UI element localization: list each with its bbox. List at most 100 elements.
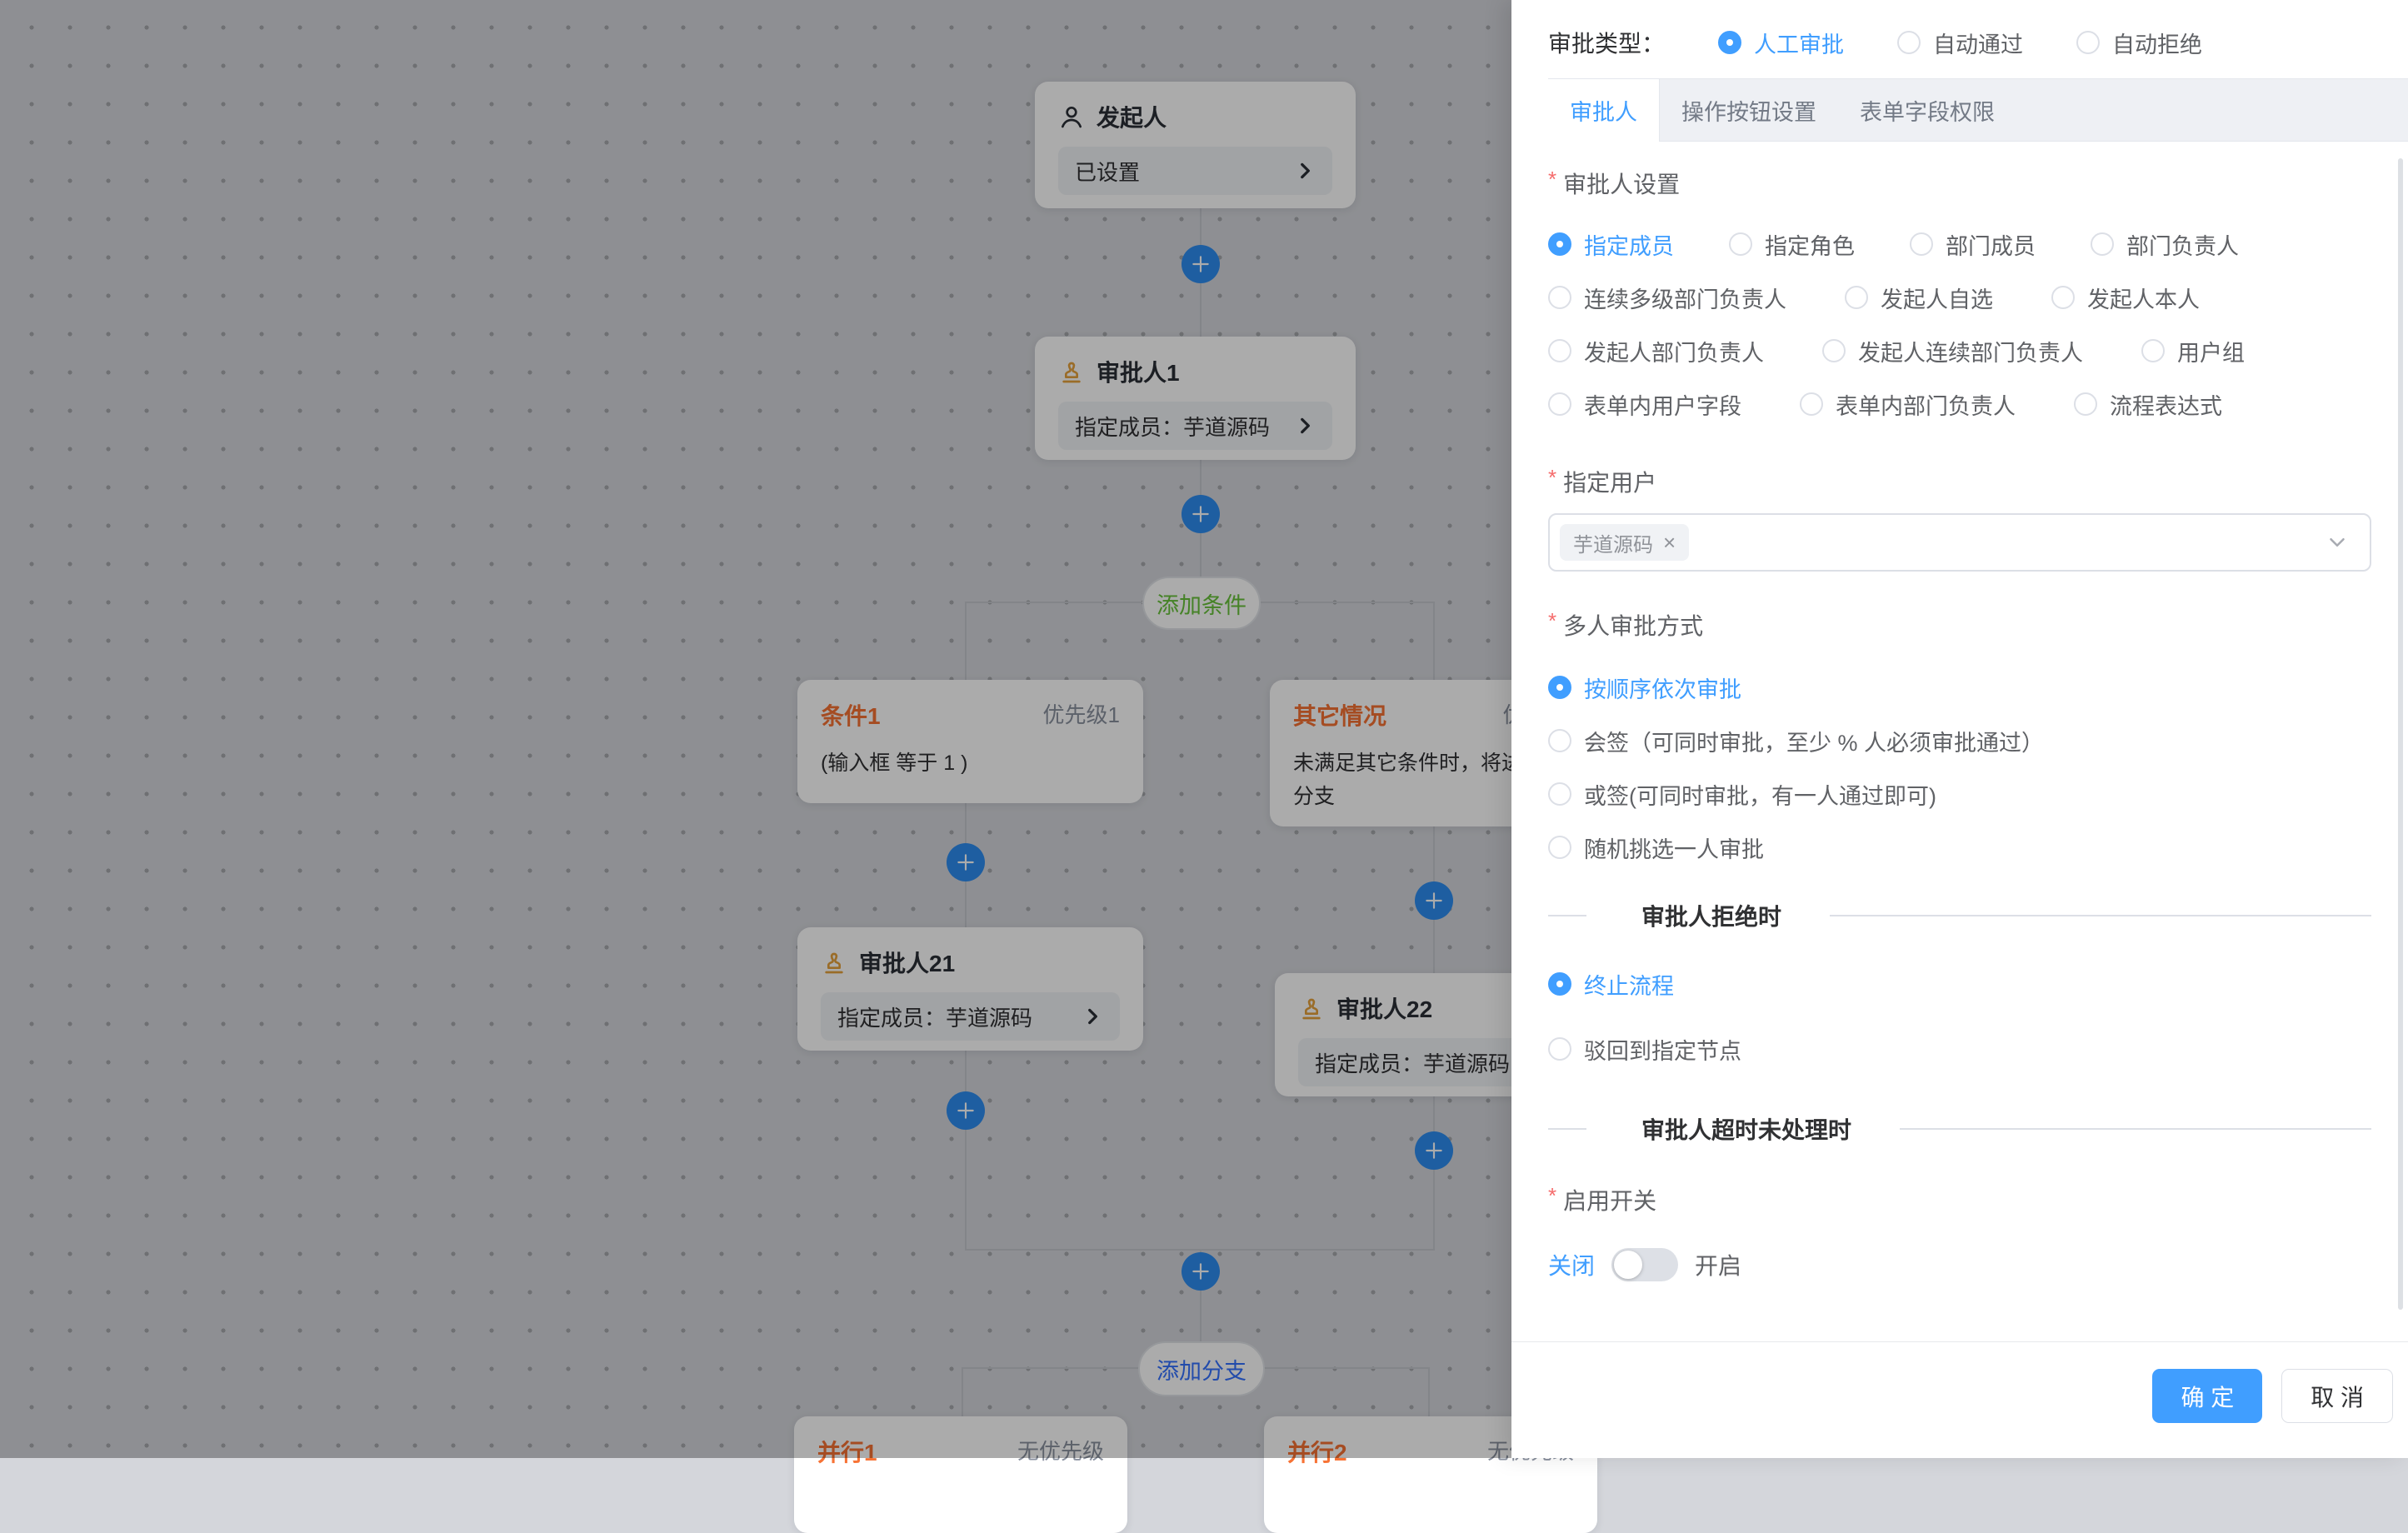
- timeout-section-title: 审批人超时未处理时: [1641, 1112, 1851, 1146]
- radio-dot: [1548, 339, 1571, 362]
- cancel-button[interactable]: 取 消: [2281, 1369, 2393, 1423]
- reject-section-title: 审批人拒绝时: [1641, 899, 1781, 932]
- radio-label: 终止流程: [1584, 968, 1674, 1001]
- radio-dot: [1548, 782, 1571, 806]
- radio-form-user-field[interactable]: 表单内用户字段: [1548, 388, 1741, 421]
- radio-label: 按顺序依次审批: [1584, 672, 1741, 704]
- approver-setting-label: 审批人设置: [1548, 167, 2371, 200]
- radio-label: 自动通过: [1933, 27, 2023, 59]
- scrollbar-thumb[interactable]: [2398, 158, 2403, 1310]
- radio-dot: [2051, 286, 2075, 309]
- multi-approve-options: 按顺序依次审批 会签（可同时审批，至少 % 人必须审批通过） 或签(可同时审批，…: [1548, 673, 2371, 861]
- radio-form-dept-leader[interactable]: 表单内部门负责人: [1800, 388, 2016, 421]
- multi-approve-label: 多人审批方式: [1548, 608, 2371, 642]
- radio-label: 发起人部门负责人: [1584, 335, 1764, 367]
- radio-terminate-process[interactable]: 终止流程: [1548, 968, 1674, 1001]
- approver-setting-row1: 指定成员 指定角色 部门成员 部门负责人: [1548, 230, 2371, 258]
- radio-label: 会签（可同时审批，至少 % 人必须审批通过）: [1584, 725, 2044, 757]
- radio-countersign[interactable]: 会签（可同时审批，至少 % 人必须审批通过）: [1548, 727, 2044, 755]
- radio-dept-leader[interactable]: 部门负责人: [2091, 228, 2239, 261]
- radio-dot: [1845, 286, 1868, 309]
- timeout-switch-row: 关闭 开启: [1548, 1246, 2371, 1283]
- radio-label: 自动拒绝: [2112, 27, 2202, 59]
- tag-close-icon[interactable]: ×: [1663, 532, 1676, 553]
- radio-label: 指定角色: [1765, 228, 1855, 261]
- radio-label: 指定成员: [1584, 228, 1674, 261]
- radio-label: 发起人自选: [1881, 282, 1993, 314]
- radio-auto-reject[interactable]: 自动拒绝: [2076, 27, 2202, 59]
- enable-switch-label: 启用开关: [1548, 1183, 2371, 1216]
- approver-settings-drawer: 审批类型： 人工审批 自动通过 自动拒绝 审批人 操作按钮设置 表单字段权限 审…: [1511, 0, 2408, 1458]
- radio-dot: [2074, 392, 2097, 416]
- radio-multi-level-dept-leader[interactable]: 连续多级部门负责人: [1548, 282, 1786, 314]
- radio-label: 表单内部门负责人: [1836, 388, 2016, 421]
- radio-label: 部门成员: [1946, 228, 2036, 261]
- radio-dot: [2141, 339, 2165, 362]
- radio-dot: [1548, 676, 1571, 699]
- radio-dot: [2091, 232, 2114, 256]
- radio-initiator-self[interactable]: 发起人本人: [2051, 282, 2200, 314]
- tab-action-buttons[interactable]: 操作按钮设置: [1660, 79, 1838, 141]
- radio-initiator-multi-dept-leader[interactable]: 发起人连续部门负责人: [1822, 335, 2083, 367]
- user-tag-text: 芋道源码: [1573, 528, 1653, 557]
- radio-dot: [1729, 232, 1752, 256]
- radio-dot: [1910, 232, 1933, 256]
- radio-process-expression[interactable]: 流程表达式: [2074, 388, 2222, 421]
- radio-manual-approval[interactable]: 人工审批: [1718, 27, 1844, 59]
- radio-label: 随机挑选一人审批: [1584, 831, 1764, 864]
- radio-label: 或签(可同时审批，有一人通过即可): [1584, 778, 1936, 811]
- radio-label: 部门负责人: [2126, 228, 2239, 261]
- tab-label: 审批人: [1570, 94, 1637, 127]
- radio-approve-in-order[interactable]: 按顺序依次审批: [1548, 673, 1741, 702]
- approval-type-label: 审批类型：: [1548, 26, 1665, 59]
- tab-approver[interactable]: 审批人: [1548, 79, 1660, 142]
- approver-setting-row4: 表单内用户字段 表单内部门负责人 流程表达式: [1548, 390, 2371, 418]
- divider-line: [1830, 915, 2371, 916]
- switch-on-label: 开启: [1695, 1248, 1741, 1281]
- radio-return-to-node[interactable]: 驳回到指定节点: [1548, 1033, 1741, 1066]
- radio-assigned-role[interactable]: 指定角色: [1729, 228, 1855, 261]
- radio-initiator-dept-leader[interactable]: 发起人部门负责人: [1548, 335, 1764, 367]
- divider-line: [1548, 915, 1586, 916]
- radio-dot: [1548, 286, 1571, 309]
- tab-label: 操作按钮设置: [1681, 94, 1816, 127]
- radio-auto-approve[interactable]: 自动通过: [1897, 27, 2023, 59]
- radio-random-one[interactable]: 随机挑选一人审批: [1548, 833, 1764, 861]
- switch-off-label: 关闭: [1548, 1248, 1595, 1281]
- tab-label: 表单字段权限: [1860, 94, 1995, 127]
- radio-label: 发起人连续部门负责人: [1858, 335, 2083, 367]
- tab-form-field-permissions[interactable]: 表单字段权限: [1838, 79, 2016, 141]
- radio-dot: [1548, 729, 1571, 752]
- radio-initiator-select[interactable]: 发起人自选: [1845, 282, 1993, 314]
- divider-line: [1548, 1128, 1586, 1130]
- radio-label: 发起人本人: [2087, 282, 2200, 314]
- radio-dot: [2076, 31, 2100, 54]
- user-tag: 芋道源码 ×: [1560, 524, 1689, 561]
- radio-dot: [1548, 1037, 1571, 1061]
- radio-dot: [1718, 31, 1741, 54]
- radio-label: 流程表达式: [2110, 388, 2222, 421]
- radio-assigned-member[interactable]: 指定成员: [1548, 228, 1674, 261]
- radio-dept-member[interactable]: 部门成员: [1910, 228, 2036, 261]
- radio-user-group[interactable]: 用户组: [2141, 335, 2245, 367]
- settings-tabbar: 审批人 操作按钮设置 表单字段权限: [1548, 78, 2408, 142]
- radio-or-sign[interactable]: 或签(可同时审批，有一人通过即可): [1548, 780, 1936, 808]
- radio-label: 驳回到指定节点: [1584, 1033, 1741, 1066]
- radio-dot: [1800, 392, 1823, 416]
- radio-dot: [1548, 972, 1571, 996]
- approval-type-row: 审批类型： 人工审批 自动通过 自动拒绝: [1511, 0, 2408, 67]
- radio-dot: [1548, 392, 1571, 416]
- approver-setting-row3: 发起人部门负责人 发起人连续部门负责人 用户组: [1548, 337, 2371, 365]
- chevron-down-icon: [2325, 530, 2350, 555]
- radio-dot: [1822, 339, 1846, 362]
- approver-setting-row2: 连续多级部门负责人 发起人自选 发起人本人: [1548, 283, 2371, 312]
- radio-dot: [1548, 836, 1571, 859]
- radio-label: 表单内用户字段: [1584, 388, 1741, 421]
- timeout-toggle-switch[interactable]: [1611, 1248, 1678, 1281]
- radio-label: 连续多级部门负责人: [1584, 282, 1786, 314]
- drawer-content[interactable]: 审批人设置 指定成员 指定角色 部门成员 部门负责人 连续多级部门负责人 发起人…: [1511, 135, 2408, 1310]
- divider-line: [1900, 1128, 2371, 1130]
- assign-user-select[interactable]: 芋道源码 ×: [1548, 513, 2371, 572]
- confirm-button[interactable]: 确 定: [2152, 1369, 2262, 1423]
- radio-dot: [1897, 31, 1921, 54]
